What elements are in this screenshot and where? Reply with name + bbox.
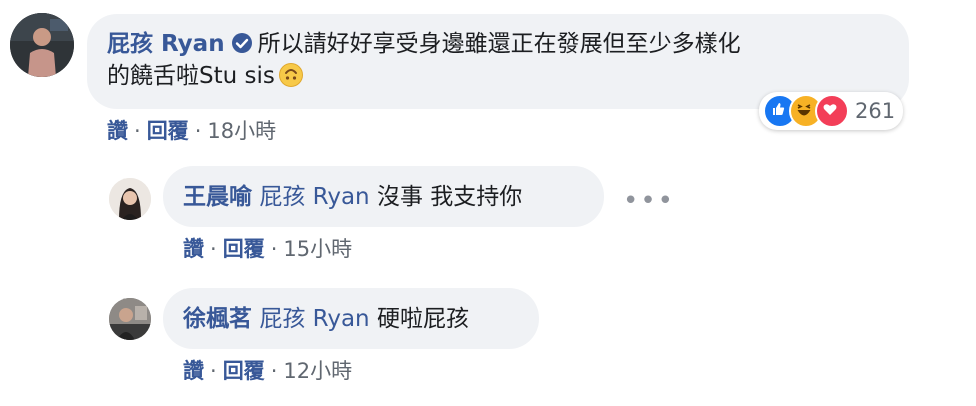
like-link[interactable]: 讚 (183, 237, 204, 261)
reply-1-mention[interactable]: 屁孩 Ryan (259, 184, 369, 210)
avatar-ryan[interactable] (10, 13, 74, 77)
reply-2-body: 硬啦屁孩 (376, 306, 469, 332)
reply-1-actions: 讚 · 回覆 · 15小時 (183, 233, 352, 263)
reply-2-text: 徐楓茗 屁孩 Ryan 硬啦屁孩 (183, 303, 469, 335)
avatar-reply-2[interactable] (109, 298, 151, 340)
more-options-icon[interactable]: ••• (623, 186, 675, 216)
reply-2-mention[interactable]: 屁孩 Ryan (259, 306, 369, 332)
comment-line-2: 的饒舌啦Stu sis (107, 60, 304, 97)
separator-dot: · (194, 119, 202, 143)
upside-down-face-emoji-icon (278, 62, 304, 97)
separator-dot: · (270, 359, 278, 383)
separator-dot: · (210, 359, 217, 383)
separator-dot: · (210, 237, 217, 261)
comment-text-line-2: 的饒舌啦Stu sis (107, 63, 275, 89)
love-reaction-icon (815, 94, 849, 128)
reply-2-actions: 讚 · 回覆 · 12小時 (183, 355, 352, 385)
comment-text-line-1: 所以請好好享受身邊雖還正在發展但至少多樣化 (257, 31, 741, 57)
reply-1-text: 王晨喻 屁孩 Ryan 沒事 我支持你 (183, 181, 522, 213)
like-link[interactable]: 讚 (107, 119, 128, 143)
reaction-summary[interactable]: 261 (759, 92, 904, 130)
avatar-reply-1[interactable] (109, 178, 151, 220)
separator-dot: · (270, 237, 278, 261)
reply-2-timestamp[interactable]: 12小時 (283, 359, 352, 383)
reply-1-author[interactable]: 王晨喻 (183, 184, 252, 210)
reply-1-timestamp[interactable]: 15小時 (283, 237, 352, 261)
reaction-count: 261 (855, 99, 896, 123)
reply-link[interactable]: 回覆 (223, 359, 265, 383)
comment-timestamp[interactable]: 18小時 (207, 119, 276, 143)
separator-dot: · (134, 119, 141, 143)
comment-line-1: 屁孩 Ryan 所以請好好享受身邊雖還正在發展但至少多樣化 (107, 28, 741, 63)
comment-author[interactable]: 屁孩 Ryan (107, 31, 225, 57)
comment-actions: 讚 · 回覆 · 18小時 (107, 115, 276, 145)
like-link[interactable]: 讚 (183, 359, 204, 383)
reply-link[interactable]: 回覆 (147, 119, 189, 143)
reply-link[interactable]: 回覆 (223, 237, 265, 261)
verified-badge-icon (231, 31, 253, 63)
reply-1-body: 沒事 我支持你 (376, 184, 523, 210)
reply-2-author[interactable]: 徐楓茗 (183, 306, 252, 332)
